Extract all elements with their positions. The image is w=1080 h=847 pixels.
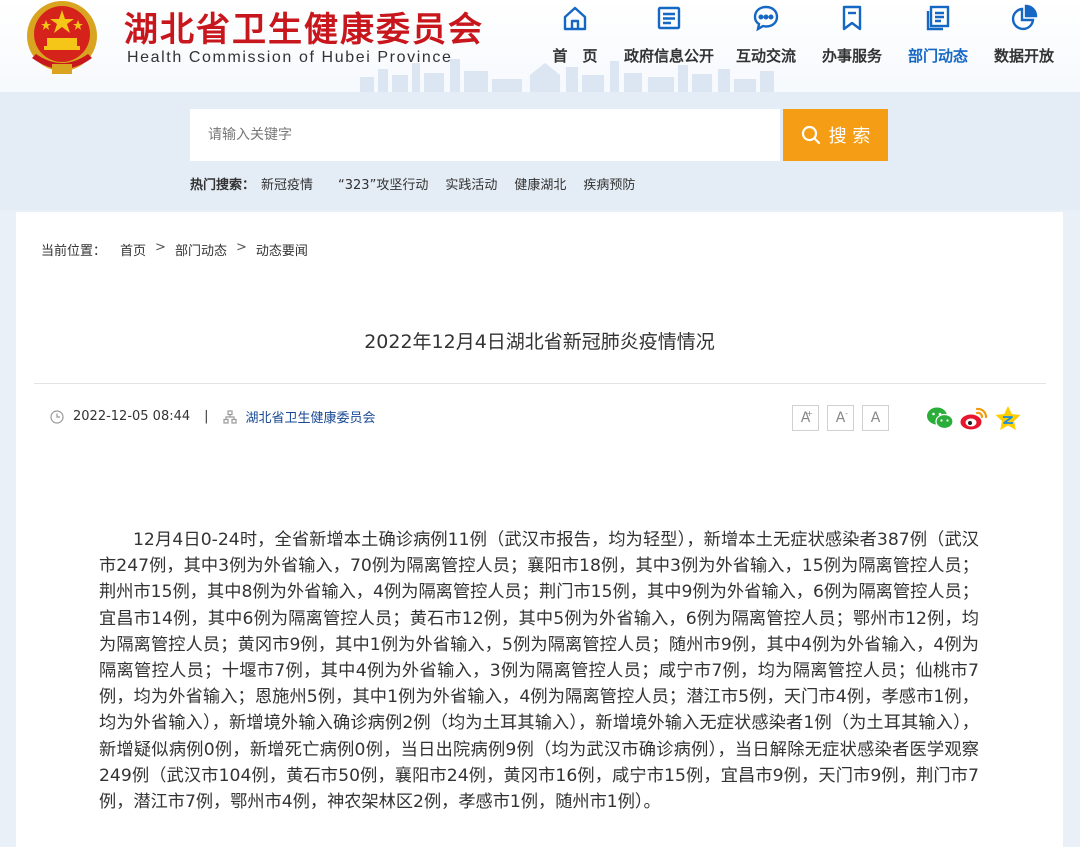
article-source: 湖北省卫生健康委员会 — [245, 411, 376, 426]
document-list-icon — [657, 6, 681, 30]
meta-divider: | — [204, 409, 209, 424]
breadcrumb-prefix: 当前位置： — [41, 244, 107, 259]
font-increase-mark: + — [806, 409, 813, 418]
search-button-label: 搜 索 — [828, 126, 871, 147]
site-title: 湖北省卫生健康委员会 — [124, 10, 484, 50]
article-meta: 2022-12-05 08:44 | 湖北省卫生健康委员会 — [50, 407, 376, 426]
org-chart-icon — [222, 409, 237, 424]
nav-services-label: 办事服务 — [821, 47, 882, 65]
hot-search-link[interactable]: 疾病预防 — [583, 174, 635, 193]
font-decrease-mark: - — [845, 409, 848, 418]
search-input[interactable] — [190, 109, 780, 161]
hot-search-label: 热门搜索： — [190, 178, 256, 193]
publish-date: 2022-12-05 08:44 — [73, 409, 191, 424]
nav-services[interactable]: 办事服务 — [809, 0, 895, 76]
article-card: 当前位置： 首页 > 部门动态 > 动态要闻 2022年12月4日湖北省新冠肺炎… — [16, 212, 1063, 847]
breadcrumb-separator: > — [235, 240, 247, 255]
clock-icon — [50, 409, 64, 424]
font-decrease-button[interactable]: A - — [827, 405, 854, 431]
weibo-icon[interactable] — [959, 403, 989, 433]
nav-dept-news[interactable]: 部门动态 — [895, 0, 981, 76]
hot-searches: 热门搜索： 新冠疫情 “323”攻坚行动 实践活动 健康湖北 疾病预防 — [190, 174, 652, 193]
national-emblem-logo — [27, 1, 97, 74]
hot-search-link[interactable]: “323”攻坚行动 — [338, 174, 428, 193]
main-nav: 首 页 政府信息公开 互动交流 办事服务 部门动态 数据开放 — [535, 0, 1067, 92]
breadcrumb-top-news[interactable]: 动态要闻 — [256, 240, 308, 259]
search-icon — [801, 125, 820, 145]
site-subtitle: Health Commission of Hubei Province — [127, 49, 453, 66]
search-band: 搜 索 热门搜索： 新冠疫情 “323”攻坚行动 实践活动 健康湖北 疾病预防 — [0, 92, 1080, 210]
breadcrumb: 当前位置： 首页 > 部门动态 > 动态要闻 — [41, 240, 317, 259]
font-default-button[interactable]: A — [862, 405, 889, 431]
hot-search-link[interactable]: 健康湖北 — [514, 174, 566, 193]
nav-gov-info[interactable]: 政府信息公开 — [615, 0, 723, 76]
hot-search-link[interactable]: 新冠疫情 — [261, 174, 313, 193]
hot-search-link[interactable]: 实践活动 — [445, 174, 497, 193]
nav-open-data-label: 数据开放 — [993, 47, 1054, 65]
article-tools: A + A - A — [792, 403, 1023, 433]
nav-gov-info-label: 政府信息公开 — [623, 47, 714, 65]
article-body: 12月4日0-24时，全省新增本土确诊病例11例（武汉市报告，均为轻型），新增本… — [99, 530, 979, 813]
chat-bubble-icon — [753, 5, 779, 32]
breadcrumb-separator: > — [155, 240, 166, 255]
font-default-label: A — [870, 410, 881, 426]
search-button[interactable]: 搜 索 — [783, 109, 888, 161]
font-increase-button[interactable]: A + — [792, 405, 819, 431]
font-decrease-label: A — [835, 410, 846, 426]
nav-home[interactable]: 首 页 — [535, 0, 615, 76]
breadcrumb-dept-news[interactable]: 部门动态 — [175, 240, 227, 259]
home-icon — [563, 6, 587, 31]
nav-interaction[interactable]: 互动交流 — [723, 0, 809, 76]
pages-icon — [926, 5, 950, 31]
qzone-icon[interactable] — [993, 403, 1023, 433]
breadcrumb-home[interactable]: 首页 — [120, 240, 146, 259]
site-header: 湖北省卫生健康委员会 Health Commission of Hubei Pr… — [0, 0, 1080, 92]
pie-chart-icon — [1011, 4, 1038, 31]
bookmark-icon — [842, 5, 862, 31]
title-divider — [34, 383, 1046, 384]
wechat-icon[interactable] — [925, 403, 955, 433]
article-title: 2022年12月4日湖北省新冠肺炎疫情情况 — [364, 331, 715, 353]
nav-home-label: 首 页 — [552, 47, 598, 65]
nav-open-data[interactable]: 数据开放 — [981, 0, 1067, 76]
nav-dept-news-label: 部门动态 — [907, 47, 968, 65]
nav-interaction-label: 互动交流 — [735, 47, 796, 65]
